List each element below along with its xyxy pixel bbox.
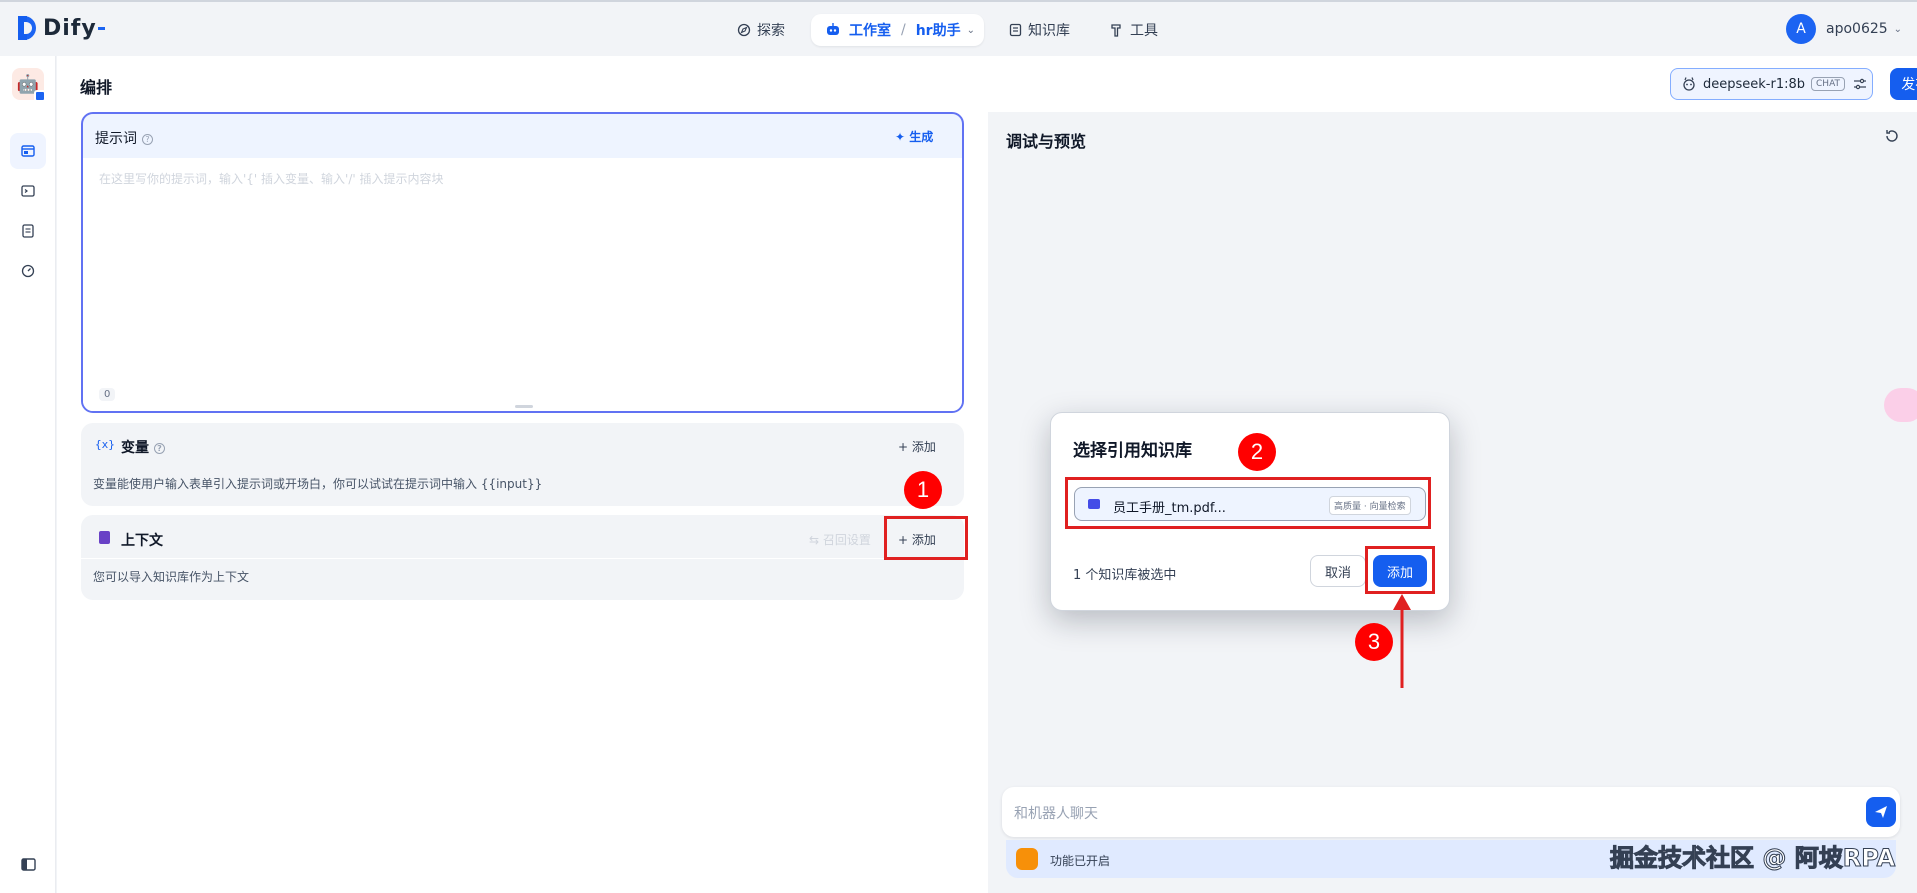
send-icon bbox=[1875, 806, 1887, 818]
avatar: A bbox=[1786, 14, 1816, 44]
highlight-box bbox=[884, 516, 968, 560]
nav-explore-label: 探索 bbox=[757, 23, 785, 39]
app-avatar-icon[interactable]: 🤖 bbox=[12, 68, 46, 102]
nav-studio[interactable]: 工作室 / hr助手 ⌄ bbox=[811, 14, 984, 46]
variables-title: 变量? bbox=[121, 437, 165, 457]
watermark: 掘金技术社区 @ 阿坡RPA bbox=[1609, 844, 1896, 873]
main-nav: 探索 工作室 / hr助手 ⌄ 知识库 工具 bbox=[0, 14, 1917, 46]
highlight-box bbox=[1365, 546, 1435, 594]
robot-icon bbox=[827, 23, 839, 35]
variables-description: 变量能使用户输入表单引入提示词或开场白，你可以试试在提示词中输入 {{input… bbox=[93, 477, 543, 491]
refresh-icon[interactable] bbox=[1884, 128, 1900, 148]
document-icon bbox=[22, 224, 34, 238]
sidebar-item-api[interactable] bbox=[10, 173, 46, 209]
prompt-textarea[interactable]: 在这里写你的提示词，输入'{' 插入变量、输入'/' 插入提示内容块 0 bbox=[83, 158, 962, 411]
compass-icon bbox=[737, 23, 751, 37]
step-marker: 1 bbox=[904, 471, 942, 509]
app-sidebar: 🤖 bbox=[0, 56, 56, 893]
chevron-down-icon: ⌄ bbox=[1893, 23, 1903, 35]
book-icon bbox=[1009, 23, 1022, 37]
nav-studio-label: 工作室 bbox=[849, 23, 891, 39]
highlight-box bbox=[1065, 477, 1431, 529]
translate-icon[interactable] bbox=[1884, 388, 1917, 422]
cancel-button[interactable]: 取消 bbox=[1310, 555, 1366, 587]
context-description: 您可以导入知识库作为上下文 bbox=[93, 570, 250, 584]
sliders-icon: ⇆ bbox=[809, 533, 823, 547]
chat-input[interactable]: 和机器人聊天 bbox=[1002, 787, 1900, 837]
panel-left-icon bbox=[20, 857, 36, 871]
model-mode-badge: CHAT bbox=[1811, 77, 1846, 91]
help-icon[interactable]: ? bbox=[154, 442, 165, 454]
chevron-down-icon[interactable]: ⌄ bbox=[967, 25, 975, 36]
resize-handle[interactable] bbox=[515, 405, 533, 408]
features-text: 功能已开启 bbox=[1050, 854, 1111, 868]
prompt-editor: 提示词? ✦ 生成 在这里写你的提示词，输入'{' 插入变量、输入'/' 插入提… bbox=[81, 112, 964, 413]
debug-title: 调试与预览 bbox=[1006, 132, 1087, 151]
user-menu[interactable]: A apo0625 ⌄ bbox=[1786, 14, 1902, 44]
terminal-icon bbox=[21, 185, 35, 197]
step-marker: 2 bbox=[1238, 433, 1276, 471]
nav-tools-label: 工具 bbox=[1130, 23, 1158, 39]
sparkle-icon: ✦ bbox=[895, 130, 910, 144]
context-section: 上下文 ⇆ 召回设置 + 添加 您可以导入知识库作为上下文 bbox=[81, 515, 964, 600]
sidebar-item-orchestrate[interactable] bbox=[10, 133, 46, 169]
sidebar-item-logs[interactable] bbox=[10, 213, 46, 249]
prompt-title: 提示词? bbox=[95, 128, 153, 148]
nav-knowledge[interactable]: 知识库 bbox=[1009, 14, 1070, 46]
page-title: 编排 bbox=[80, 78, 113, 97]
layout-icon bbox=[21, 145, 35, 157]
sidebar-item-monitoring[interactable] bbox=[10, 253, 46, 289]
gauge-icon bbox=[21, 264, 35, 278]
step-marker: 3 bbox=[1355, 623, 1393, 661]
publish-label: 发布 bbox=[1901, 77, 1917, 93]
model-logo-icon bbox=[1683, 77, 1695, 91]
variables-section: {x} 变量? + 添加 变量能使用户输入表单引入提示词或开场白，你可以试试在提… bbox=[81, 423, 964, 506]
feature-icon bbox=[1016, 848, 1038, 870]
sliders-icon bbox=[1854, 78, 1867, 90]
file-icon bbox=[99, 531, 110, 544]
modal-title: 选择引用知识库 bbox=[1073, 441, 1192, 461]
variable-icon: {x} bbox=[95, 438, 115, 451]
user-name: apo0625 bbox=[1826, 21, 1888, 37]
send-button[interactable] bbox=[1866, 797, 1896, 827]
model-selector-button[interactable]: deepseek-r1:8b CHAT bbox=[1670, 68, 1873, 100]
prompt-header: 提示词? ✦ 生成 bbox=[83, 114, 962, 158]
hammer-icon bbox=[1111, 24, 1121, 37]
nav-explore[interactable]: 探索 bbox=[737, 14, 785, 46]
prompt-placeholder: 在这里写你的提示词，输入'{' 插入变量、输入'/' 插入提示内容块 bbox=[99, 172, 444, 186]
context-title: 上下文 bbox=[121, 533, 163, 549]
chat-placeholder: 和机器人聊天 bbox=[1014, 806, 1098, 822]
recall-settings-button[interactable]: ⇆ 召回设置 bbox=[809, 531, 871, 548]
top-navbar: Dify 探索 工作室 / hr助手 ⌄ 知识库 工具 A apo0625 ⌄ bbox=[0, 0, 1917, 56]
publish-button[interactable]: 发布 ⌄ bbox=[1890, 68, 1917, 100]
app-switcher-label[interactable]: hr助手 bbox=[916, 20, 961, 40]
generate-button[interactable]: ✦ 生成 bbox=[895, 128, 933, 145]
selected-count: 1 个知识库被选中 bbox=[1073, 568, 1177, 583]
sidebar-toggle-button[interactable] bbox=[10, 846, 46, 882]
arrow-icon bbox=[1393, 594, 1411, 688]
help-icon[interactable]: ? bbox=[142, 133, 153, 145]
char-counter: 0 bbox=[99, 388, 116, 401]
main-header: 编排 deepseek-r1:8b CHAT 发布 ⌄ bbox=[57, 56, 1917, 112]
model-name: deepseek-r1:8b bbox=[1703, 76, 1806, 92]
nav-tools[interactable]: 工具 bbox=[1110, 14, 1158, 46]
add-variable-button[interactable]: + 添加 bbox=[898, 438, 936, 455]
nav-knowledge-label: 知识库 bbox=[1028, 23, 1070, 39]
